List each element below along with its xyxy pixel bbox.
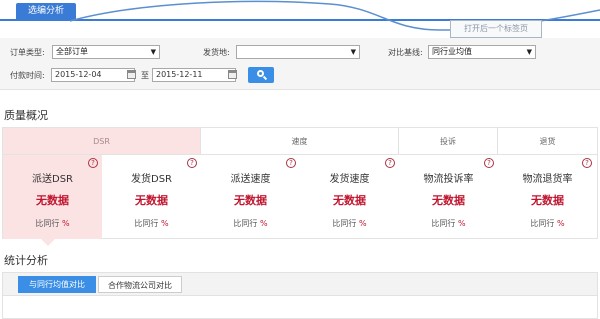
date-to-separator: 至 (141, 71, 149, 80)
compare-baseline-label: 对比基线: (388, 48, 423, 57)
metric-card-shipping-speed[interactable]: ? 发货速度 无数据 比同行 % (300, 155, 399, 239)
help-icon[interactable]: ? (88, 158, 98, 168)
quality-overview-title: 质量概况 (4, 109, 48, 122)
metric-compare: 比同行 % (233, 219, 268, 228)
metric-name: 发货DSR (131, 174, 172, 185)
help-icon[interactable]: ? (385, 158, 395, 168)
metric-value: 无数据 (432, 194, 465, 207)
metric-name: 发货速度 (329, 174, 370, 185)
metric-value: 无数据 (135, 194, 168, 207)
search-button[interactable] (248, 67, 274, 83)
metric-value: 无数据 (333, 194, 366, 207)
metric-value: 无数据 (36, 194, 69, 207)
metric-name: 物流退货率 (522, 174, 573, 185)
stats-analysis-title: 统计分析 (4, 254, 48, 267)
metric-card-shipping-dsr[interactable]: ? 发货DSR 无数据 比同行 % (102, 155, 201, 239)
metric-card-delivery-speed[interactable]: ? 派送速度 无数据 比同行 % (201, 155, 300, 239)
metric-value: 无数据 (531, 194, 564, 207)
tooltip: 打开后一个标签页 (450, 20, 542, 38)
selected-card-pointer (40, 238, 56, 246)
compare-baseline-select[interactable]: 同行业均值 ▼ (428, 45, 536, 59)
calendar-icon[interactable] (228, 70, 237, 79)
chevron-down-icon: ▼ (150, 48, 156, 56)
group-header-dsr: DSR (3, 128, 201, 155)
help-icon[interactable]: ? (582, 158, 592, 168)
order-type-label: 订单类型: (10, 48, 45, 57)
chevron-down-icon: ▼ (350, 48, 356, 56)
metric-value: 无数据 (234, 194, 267, 207)
compare-baseline-value: 同行业均值 (432, 47, 472, 56)
metric-name: 物流投诉率 (423, 174, 474, 185)
ship-from-select[interactable]: ▼ (236, 45, 360, 59)
date-to-value: 2015-12-11 (156, 70, 203, 79)
chevron-down-icon: ▼ (526, 48, 532, 56)
metric-compare: 比同行 % (431, 219, 466, 228)
calendar-icon[interactable] (127, 70, 136, 79)
tab-logistics-company-compare[interactable]: 合作物流公司对比 (98, 276, 182, 293)
stats-content-area (2, 296, 598, 319)
metric-compare: 比同行 % (35, 219, 70, 228)
order-type-value: 全部订单 (56, 47, 88, 56)
ship-from-label: 发货地: (203, 48, 230, 57)
top-tab-bar: 选编分析 打开后一个标签页 (0, 0, 600, 38)
help-icon[interactable]: ? (286, 158, 296, 168)
quality-table: DSR 速度 投诉 退货 ? 派送DSR 无数据 比同行 % ? 发货DSR 无… (2, 127, 598, 239)
group-header-complaint: 投诉 (399, 128, 498, 155)
date-from-value: 2015-12-04 (55, 70, 102, 79)
metric-compare: 比同行 % (134, 219, 169, 228)
help-icon[interactable]: ? (484, 158, 494, 168)
metric-card-complaint-rate[interactable]: ? 物流投诉率 无数据 比同行 % (399, 155, 498, 239)
date-to-input[interactable]: 2015-12-11 (152, 68, 236, 82)
metric-name: 派送速度 (230, 174, 271, 185)
order-type-select[interactable]: 全部订单 ▼ (52, 45, 160, 59)
pay-time-label: 付款时间: (10, 71, 45, 80)
date-from-input[interactable]: 2015-12-04 (51, 68, 135, 82)
help-icon[interactable]: ? (187, 158, 197, 168)
tab-peer-average-compare[interactable]: 与同行均值对比 (18, 276, 96, 293)
group-header-speed: 速度 (201, 128, 399, 155)
metric-compare: 比同行 % (530, 219, 565, 228)
metric-name: 派送DSR (32, 174, 73, 185)
metric-card-delivery-dsr[interactable]: ? 派送DSR 无数据 比同行 % (3, 155, 102, 239)
group-header-return: 退货 (498, 128, 597, 155)
metric-card-return-rate[interactable]: ? 物流退货率 无数据 比同行 % (498, 155, 597, 239)
metric-compare: 比同行 % (332, 219, 367, 228)
